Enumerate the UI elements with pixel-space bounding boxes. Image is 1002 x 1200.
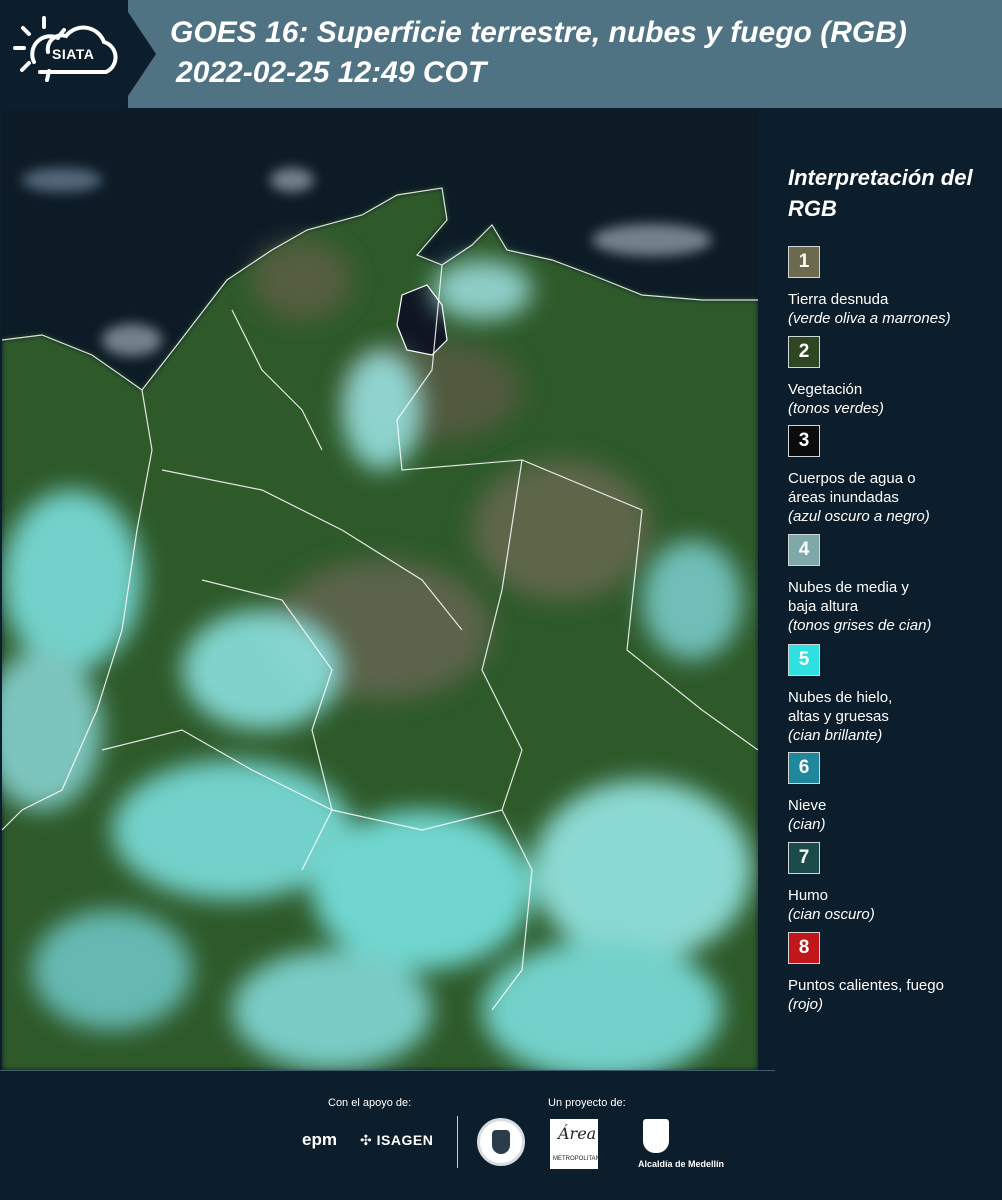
area-script: Área (558, 1124, 597, 1143)
legend-sublabel: (rojo) (788, 996, 824, 1013)
legend-item-7: 7 Humo (cian oscuro) (788, 842, 998, 924)
legend-label: Nubes de hielo, altas y gruesas (788, 689, 893, 725)
seal-emblem-icon (492, 1130, 510, 1154)
satellite-image (2, 110, 758, 1070)
legend-swatch: 6 (788, 752, 820, 784)
header-bar: SIATA GOES 16: Superficie terrestre, nub… (0, 0, 1002, 108)
epm-logo[interactable]: epm (302, 1130, 337, 1150)
footer: Con el apoyo de: Un proyecto de: epm ✣ I… (0, 1070, 1002, 1200)
page-timestamp: 2022-02-25 12:49 COT (176, 56, 487, 89)
legend-label: Nieve (788, 797, 827, 814)
legend-swatch: 5 (788, 644, 820, 676)
legend-sublabel: (cian) (788, 816, 826, 833)
legend-item-5: 5 Nubes de hielo, altas y gruesas (cian … (788, 644, 998, 745)
legend-title: Interpretación del RGB (788, 165, 973, 221)
legend-panel: Interpretación del RGB 1 Tierra desnuda … (760, 110, 1002, 1070)
legend-sublabel: (tonos verdes) (788, 400, 884, 417)
isagen-text: ISAGEN (376, 1132, 434, 1148)
legend-swatch: 1 (788, 246, 820, 278)
legend-sublabel: (verde oliva a marrones) (788, 310, 951, 327)
logo-text: SIATA (52, 46, 95, 62)
logo-chevron (120, 0, 156, 108)
area-small: METROPOLITANA (553, 1156, 604, 1162)
siata-logo[interactable]: SIATA (0, 0, 128, 108)
legend-label: Humo (788, 887, 829, 904)
area-metropolitana-logo[interactable]: Área METROPOLITANA (550, 1119, 604, 1169)
legend-item-2: 2 Vegetación (tonos verdes) (788, 336, 998, 418)
legend-label: Tierra desnuda (788, 291, 889, 308)
page-title: GOES 16: Superficie terrestre, nubes y f… (170, 16, 907, 49)
legend-label: Vegetación (788, 381, 863, 398)
medellin-shield-icon[interactable] (643, 1119, 669, 1153)
medellin-logo-text: Alcaldía de Medellín (638, 1159, 725, 1169)
legend-label: Nubes de media y baja altura (788, 579, 909, 615)
legend-item-3: 3 Cuerpos de agua o áreas inundadas (azu… (788, 425, 998, 526)
legend-label: Puntos calientes, fuego (788, 977, 944, 994)
footer-divider (457, 1116, 458, 1168)
legend-item-8: 8 Puntos calientes, fuego (rojo) (788, 932, 998, 1014)
isagen-logo[interactable]: ✣ ISAGEN (360, 1132, 433, 1149)
legend-item-1: 1 Tierra desnuda (verde oliva a marrones… (788, 246, 998, 328)
legend-sublabel: (cian brillante) (788, 727, 883, 744)
legend-item-6: 6 Nieve (cian) (788, 752, 998, 834)
legend-swatch: 7 (788, 842, 820, 874)
legend-swatch: 8 (788, 932, 820, 964)
support-label: Con el apoyo de: (328, 1097, 412, 1109)
legend-sublabel: (azul oscuro a negro) (788, 508, 930, 525)
legend-item-4: 4 Nubes de media y baja altura (tonos gr… (788, 534, 998, 635)
legend-sublabel: (cian oscuro) (788, 906, 875, 923)
project-label: Un proyecto de: (548, 1097, 626, 1109)
footer-rule (0, 1070, 775, 1071)
university-seal-logo[interactable] (477, 1118, 525, 1166)
legend-label: Cuerpos de agua o áreas inundadas (788, 470, 916, 506)
legend-swatch: 4 (788, 534, 820, 566)
satellite-map[interactable] (2, 110, 758, 1070)
legend-swatch: 2 (788, 336, 820, 368)
legend-swatch: 3 (788, 425, 820, 457)
legend-sublabel: (tonos grises de cian) (788, 617, 932, 634)
